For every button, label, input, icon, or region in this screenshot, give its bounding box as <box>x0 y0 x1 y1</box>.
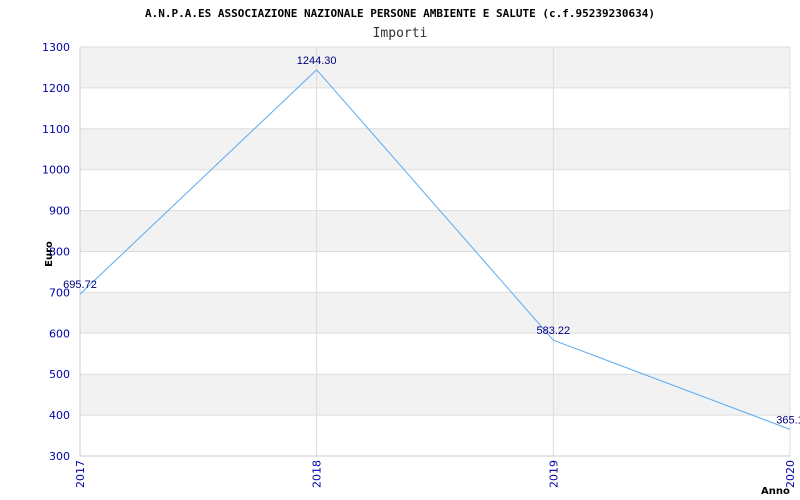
y-tick-label: 900 <box>49 205 70 218</box>
y-tick-label: 600 <box>49 327 70 340</box>
data-label: 695.72 <box>63 279 97 291</box>
data-label: 583.22 <box>537 325 571 337</box>
chart-title: A.N.P.A.ES ASSOCIAZIONE NAZIONALE PERSON… <box>145 7 655 20</box>
x-tick-label: 2019 <box>547 460 560 488</box>
y-tick-label: 1300 <box>42 41 70 54</box>
y-tick-label: 1200 <box>42 82 70 95</box>
chart-subtitle: Importi <box>373 26 428 41</box>
grid-band <box>80 47 790 88</box>
x-tick-label: 2020 <box>784 460 797 488</box>
line-chart: A.N.P.A.ES ASSOCIAZIONE NAZIONALE PERSON… <box>42 7 800 497</box>
grid-band <box>80 374 790 416</box>
y-tick-label: 300 <box>49 450 70 463</box>
x-axis-label: Anno <box>761 486 790 497</box>
x-axis-ticks: 2017 2018 2019 2020 <box>74 460 797 488</box>
y-tick-label: 1000 <box>42 164 70 177</box>
x-tick-label: 2017 <box>74 460 87 488</box>
y-tick-label: 400 <box>49 409 70 422</box>
y-tick-label: 500 <box>49 368 70 381</box>
x-tick-label: 2018 <box>311 460 324 488</box>
plot-background-bands <box>80 47 790 416</box>
series-line-segment <box>79 69 318 295</box>
y-tick-label: 1100 <box>42 123 70 136</box>
grid-band <box>80 292 790 334</box>
grid-band <box>80 210 790 252</box>
data-label: 1244.30 <box>297 55 337 67</box>
grid-band <box>80 128 790 170</box>
y-axis-label: Euro <box>44 241 55 267</box>
data-label: 365.1 <box>776 414 800 426</box>
